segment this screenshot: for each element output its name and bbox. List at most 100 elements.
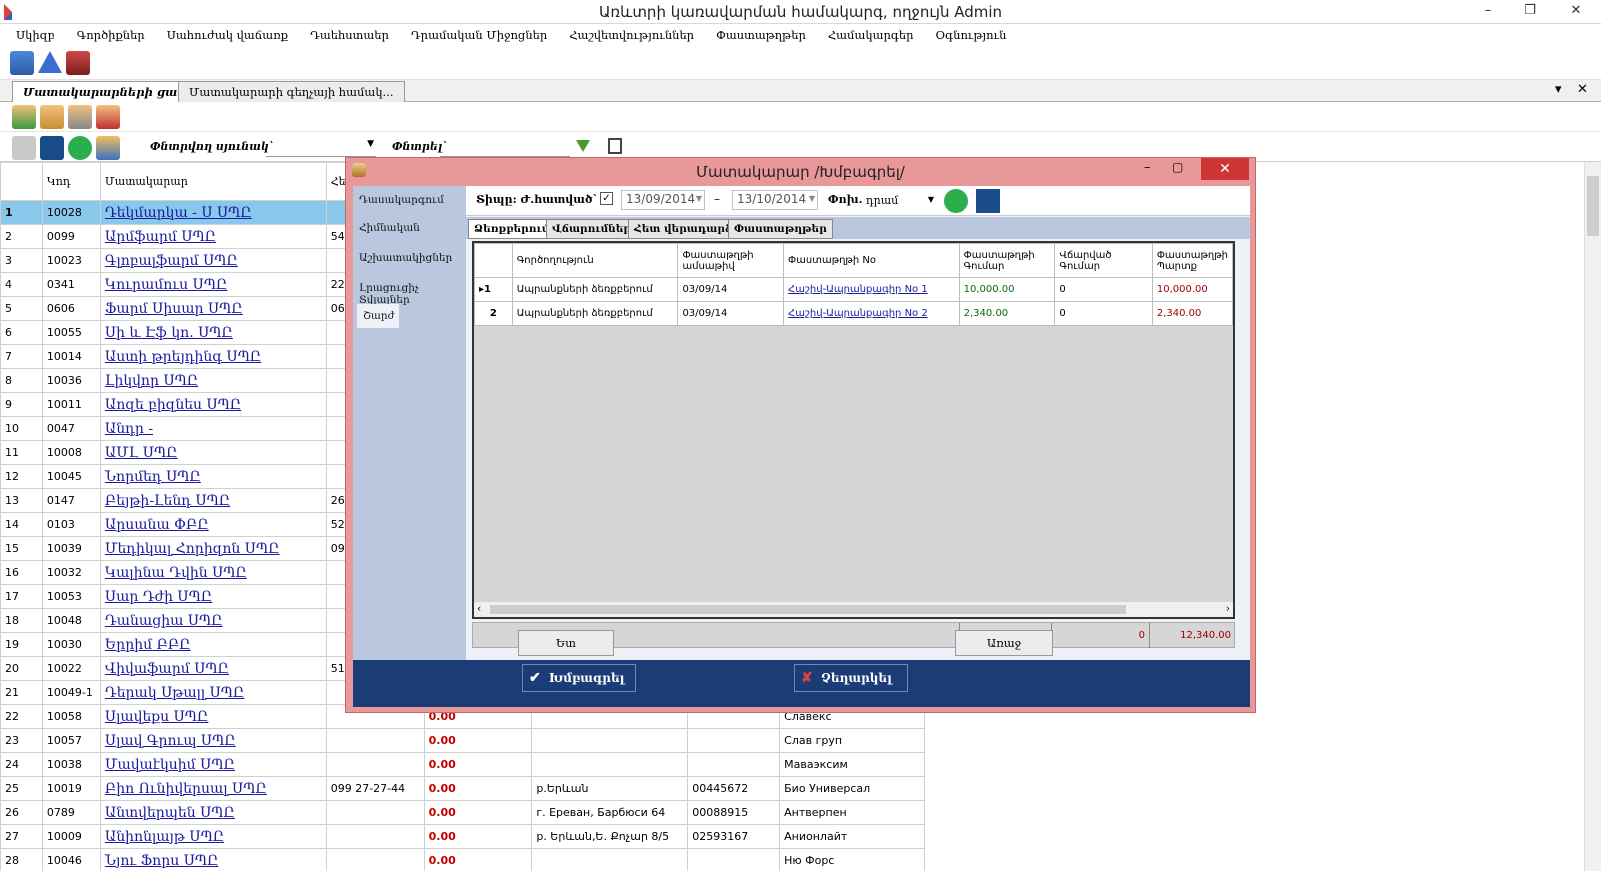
supplier-name-link[interactable]: Սի և Էֆ կո. ՍՊԸ (99, 320, 327, 345)
play-icon[interactable] (68, 136, 92, 160)
side-item-classification[interactable]: Դասակարգում (359, 194, 444, 206)
supplier-name-link[interactable]: Անտվերպեն ՍՊԸ (99, 800, 327, 825)
menu-start[interactable]: Սկիզբ (8, 24, 63, 46)
supplier-name-link[interactable]: Բեյթի-Լենդ ՍՊԸ (99, 488, 327, 513)
refresh-icon[interactable] (976, 189, 1000, 213)
operation-column-header[interactable]: Գործողություն (511, 243, 679, 278)
supplier-name-link[interactable]: Արմֆարմ ՍՊԸ (99, 224, 327, 249)
close-icon[interactable] (12, 136, 36, 160)
table-row[interactable]: 28 10046 Նյու Ֆորս ՍՊԸ 0.00 Ню Форс (0, 848, 925, 871)
close-button[interactable]: ✕ (1554, 0, 1598, 22)
tab-supplier-discount[interactable]: Մատակարարի գեղչայի համակ... (178, 81, 405, 102)
supplier-name-link[interactable]: Սար Դժի ՍՊԸ (99, 584, 327, 609)
date-to-field[interactable]: 13/10/2014 ▼ (732, 190, 818, 210)
supplier-name-link[interactable]: Դերակ Սթալլ ՍՊԸ (99, 680, 327, 705)
supplier-name-link[interactable]: Մավաէկսիմ ՍՊԸ (99, 752, 327, 777)
tab-returns[interactable]: Հետ վերադարձ (628, 219, 739, 239)
delete-supplier-icon[interactable] (96, 105, 120, 129)
menu-directories[interactable]: Դաեհստաեր (302, 24, 397, 46)
chevron-left-icon[interactable]: ‹ (477, 602, 481, 615)
supplier-name-link[interactable]: Վիվաֆարմ ՍՊԸ (99, 656, 327, 681)
scroll-thumb[interactable] (1587, 176, 1599, 236)
pyramid-icon[interactable] (38, 51, 62, 73)
edit-supplier-icon[interactable] (40, 105, 64, 129)
date-from-field[interactable]: 13/09/2014 ▼ (621, 190, 705, 210)
supplier-name-link[interactable]: Լիկվոր ՍՊԸ (99, 368, 327, 393)
supplier-name-link[interactable]: ԱՄԼ ՍՊԸ (99, 440, 327, 465)
supplier-name-link[interactable]: Կալինա Դվին ՍՊԸ (99, 560, 327, 585)
store-icon[interactable] (66, 51, 90, 75)
edit-button[interactable]: ✔ Խմբագրել (522, 664, 636, 692)
code-column-header[interactable]: Կոդ (41, 162, 101, 201)
menu-reports[interactable]: Հաշվետվություններ (561, 24, 702, 46)
tabs-dropdown-icon[interactable]: ▾ (1555, 82, 1562, 97)
doc-number-column-header[interactable]: Փաստաթղթի No (783, 243, 960, 278)
doc-debt-column-header[interactable]: Փաստաթղթի Պարտք (1151, 243, 1234, 278)
maximize-button[interactable]: ❐ (1510, 0, 1550, 22)
search-input[interactable] (440, 137, 570, 157)
supplier-name-link[interactable]: Անդր - (99, 416, 327, 441)
side-item-movement[interactable]: Շարժ (357, 304, 399, 328)
supplier-name-link[interactable]: Սլավ Գրուպ ՍՊԸ (99, 728, 327, 753)
dialog-minimize-button[interactable]: – (1144, 160, 1151, 175)
tab-payments[interactable]: Վճարումներ (546, 219, 637, 239)
search-column-select[interactable]: ▼ (266, 137, 376, 157)
menu-documents[interactable]: Փաստաթղթեր (708, 24, 814, 46)
minimize-button[interactable]: – (1468, 0, 1508, 22)
supplier-name-link[interactable]: Նյու Ֆորս ՍՊԸ (99, 848, 327, 871)
menu-systems[interactable]: Համակարգեր (820, 24, 922, 46)
supplier-column-header[interactable]: Մատակարար (99, 162, 327, 201)
dialog-close-button[interactable]: ✕ (1201, 158, 1249, 180)
menu-retail[interactable]: Սահուժակ վաճառք (159, 24, 296, 46)
chevron-right-icon[interactable]: › (1226, 602, 1230, 615)
hierarchy-icon[interactable] (608, 138, 622, 154)
type-checkbox[interactable]: ✓ (600, 192, 613, 205)
doc-number-link[interactable]: Հաշիվ-Ապրանքագիր No 2 (783, 301, 960, 326)
supplier-name-link[interactable]: Բիո Ունիվերսալ ՍՊԸ (99, 776, 327, 801)
view-supplier-icon[interactable] (68, 105, 92, 129)
table-row[interactable]: 26 0789 Անտվերպեն ՍՊԸ 0.00 г. Ереван, Барбюс… (0, 800, 925, 825)
tab-purchases[interactable]: Ձեռքբերում (468, 219, 556, 239)
supplier-name-link[interactable]: Արսանա ՓԲԸ (99, 512, 327, 537)
side-item-additional-data[interactable]: Լրացուցիչ Տվյալներ (359, 282, 465, 306)
tabs-close-icon[interactable]: ✕ (1577, 82, 1588, 97)
cancel-button[interactable]: ✘ Չեղարկել (794, 664, 908, 692)
supplier-name-link[interactable]: Կուրամուս ՍՊԸ (99, 272, 327, 297)
doc-number-link[interactable]: Հաշիվ-Ապրանքագիր No 1 (783, 277, 960, 302)
table-row[interactable]: 27 10009 Անիոնլայթ ՍՊԸ 0.00 р. Երևան,Ե. Քոչա… (0, 824, 925, 849)
supplier-name-link[interactable]: Գլոբալֆարմ ՍՊԸ (99, 248, 327, 273)
vertical-scrollbar[interactable] (1584, 162, 1601, 871)
tab-documents[interactable]: Փաստաթղթեր (728, 219, 833, 239)
supplier-name-link[interactable]: Դեկմարկա - Ս ՍՊԸ (99, 200, 327, 225)
refresh-icon[interactable] (40, 136, 64, 160)
menu-tools[interactable]: Գործիքներ (69, 24, 153, 46)
run-filter-icon[interactable] (944, 189, 968, 213)
table-row[interactable]: 23 10057 Սլավ Գրուպ ՍՊԸ 0.00 Слав груп (0, 728, 925, 753)
horizontal-scrollbar[interactable]: ‹ › (474, 602, 1233, 617)
menu-help[interactable]: Օգնություն (928, 24, 1015, 46)
supplier-name-link[interactable]: Նորմեդ ՍՊԸ (99, 464, 327, 489)
scroll-thumb[interactable] (490, 605, 1126, 614)
users-icon[interactable] (96, 136, 120, 160)
supplier-name-link[interactable]: Դանացիա ՍՊԸ (99, 608, 327, 633)
doc-date-column-header[interactable]: Փաստաթղթի ամսաթիվ (677, 243, 785, 278)
table-row[interactable]: 25 10019 Բիո Ունիվերսալ ՍՊԸ 099 27-27-44 0.0… (0, 776, 925, 801)
dialog-maximize-button[interactable]: ▢ (1172, 160, 1183, 174)
filter-icon[interactable] (576, 140, 590, 152)
supplier-name-link[interactable]: Անիոնլայթ ՍՊԸ (99, 824, 327, 849)
tab-suppliers-list[interactable]: Մատակարարների ցանկ (12, 81, 205, 102)
paid-sum-column-header[interactable]: Վճարված Գումար (1054, 243, 1153, 278)
back-button[interactable]: Ետ (518, 630, 614, 656)
add-supplier-icon[interactable] (12, 105, 36, 129)
supplier-name-link[interactable]: Սլավեքս ՍՊԸ (99, 704, 327, 729)
menu-cash[interactable]: Դրամական Միջոցներ (403, 24, 555, 46)
supplier-name-link[interactable]: Երրիմ ԲԲԸ (99, 632, 327, 657)
supplier-name-link[interactable]: Մեդիկալ Հորիզոն ՍՊԸ (99, 536, 327, 561)
forward-button[interactable]: Առաջ (955, 630, 1053, 656)
supplier-name-link[interactable]: Աոզե բիզնես ՍՊԸ (99, 392, 327, 417)
supplier-name-link[interactable]: Ֆարմ Սիսար ՍՊԸ (99, 296, 327, 321)
supplier-name-link[interactable]: Աստի թրեյդինգ ՍՊԸ (99, 344, 327, 369)
side-item-main[interactable]: Հիմնական (359, 222, 420, 234)
table-row[interactable]: 24 10038 Մավաէկսիմ ՍՊԸ 0.00 Маваэксим (0, 752, 925, 777)
table-row[interactable]: ▸1 Ապրանքների ձեռքբերում 03/09/14 Հաշիվ-… (474, 277, 1234, 302)
